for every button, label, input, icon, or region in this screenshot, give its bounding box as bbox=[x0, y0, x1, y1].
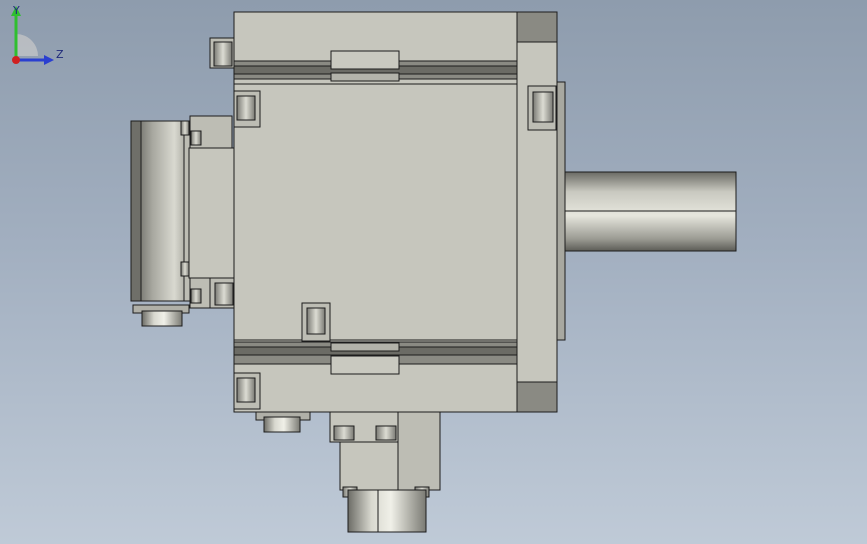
screw-icon bbox=[180, 261, 190, 277]
bolt-icon bbox=[213, 41, 233, 67]
z-axis-label: Z bbox=[56, 48, 64, 61]
rear-housing bbox=[188, 147, 236, 279]
screw-icon bbox=[180, 120, 190, 136]
encoder-connector bbox=[141, 310, 183, 327]
coordinate-triad: Y Z bbox=[11, 4, 64, 65]
y-axis-label: Y bbox=[12, 4, 20, 17]
front-flange bbox=[516, 11, 558, 413]
power-connector bbox=[263, 416, 301, 433]
servo-motor-model bbox=[130, 11, 737, 533]
x-axis-dot-icon bbox=[12, 56, 20, 64]
model-viewport[interactable]: Y Z bbox=[0, 0, 867, 544]
brake-connector bbox=[347, 489, 427, 533]
bolt-icon bbox=[532, 91, 554, 123]
